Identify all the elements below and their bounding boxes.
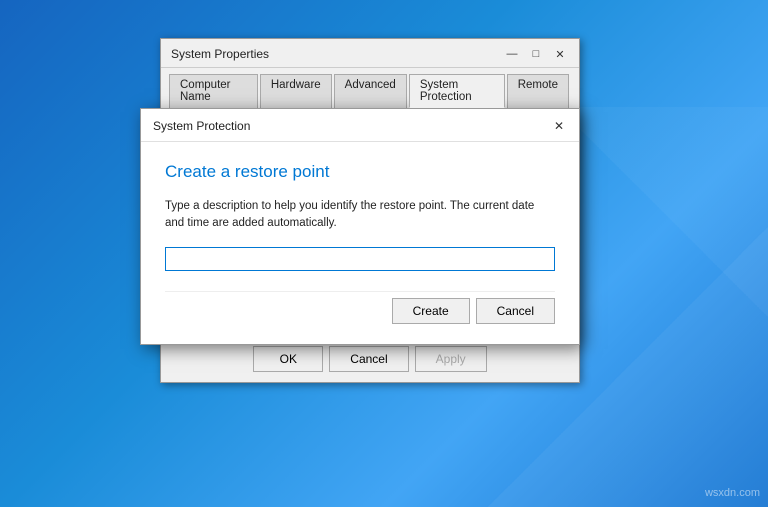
dialog-description: Type a description to help you identify … xyxy=(165,198,555,233)
dialog-content: Create a restore point Type a descriptio… xyxy=(141,142,579,344)
tab-hardware[interactable]: Hardware xyxy=(260,74,332,108)
apply-button[interactable]: Apply xyxy=(415,346,487,372)
dialog-create-button[interactable]: Create xyxy=(392,298,470,324)
dialog-heading: Create a restore point xyxy=(165,162,555,182)
tab-computer-name[interactable]: Computer Name xyxy=(169,74,258,108)
minimize-button[interactable]: — xyxy=(501,45,523,63)
maximize-button[interactable]: □ xyxy=(525,45,547,63)
tab-remote[interactable]: Remote xyxy=(507,74,569,108)
dialog-close-button[interactable]: ✕ xyxy=(549,117,569,135)
restore-point-description-input[interactable] xyxy=(165,247,555,271)
cancel-button[interactable]: Cancel xyxy=(329,346,408,372)
watermark: wsxdn.com xyxy=(705,487,760,499)
tab-system-protection[interactable]: System Protection xyxy=(409,74,505,108)
system-properties-titlebar: System Properties — □ ✕ xyxy=(161,39,579,68)
ok-button[interactable]: OK xyxy=(253,346,323,372)
dialog-cancel-button[interactable]: Cancel xyxy=(476,298,555,324)
system-protection-dialog: System Protection ✕ Create a restore poi… xyxy=(140,108,580,345)
system-properties-title: System Properties xyxy=(171,47,269,61)
desktop: System Properties — □ ✕ Computer Name Ha… xyxy=(0,0,768,507)
window-controls: — □ ✕ xyxy=(501,45,571,63)
dialog-buttons: Create Cancel xyxy=(165,291,555,328)
close-button[interactable]: ✕ xyxy=(549,45,571,63)
tab-advanced[interactable]: Advanced xyxy=(334,74,407,108)
tabs-row: Computer Name Hardware Advanced System P… xyxy=(161,68,579,108)
dialog-titlebar: System Protection ✕ xyxy=(141,109,579,142)
dialog-title: System Protection xyxy=(153,119,250,133)
